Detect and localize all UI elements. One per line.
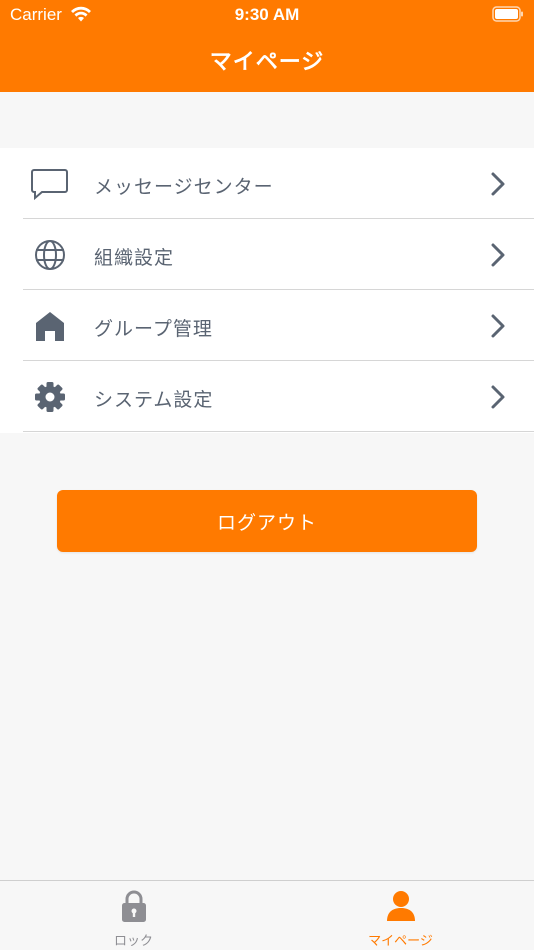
gear-icon: [30, 380, 70, 414]
chevron-right-icon: [488, 241, 508, 269]
tab-label: マイページ: [368, 934, 433, 949]
status-bar: Carrier 9:30 AM: [0, 0, 534, 32]
menu-list: メッセージセンター 組織設定 グループ管理 システム設定: [0, 148, 534, 433]
divider: [23, 431, 534, 432]
chevron-right-icon: [488, 383, 508, 411]
chevron-right-icon: [488, 170, 508, 198]
person-icon: [384, 889, 418, 927]
lock-icon: [120, 889, 148, 927]
menu-item-message-center[interactable]: メッセージセンター: [0, 148, 534, 219]
navigation-header: Carrier 9:30 AM マイページ: [0, 0, 534, 92]
page-title: マイページ: [209, 50, 325, 75]
tab-lock[interactable]: ロック: [0, 881, 267, 950]
tab-mypage[interactable]: マイページ: [267, 881, 534, 950]
menu-item-organization-settings[interactable]: 組織設定: [0, 219, 534, 290]
logout-button[interactable]: ログアウト: [57, 490, 477, 552]
tab-bar: ロック マイページ: [0, 880, 534, 950]
menu-item-group-management[interactable]: グループ管理: [0, 290, 534, 361]
menu-item-label: グループ管理: [94, 318, 213, 340]
battery-icon: [492, 6, 524, 26]
house-icon: [30, 309, 70, 343]
globe-icon: [30, 238, 70, 272]
status-time: 9:30 AM: [234, 5, 300, 24]
menu-item-label: メッセージセンター: [94, 176, 274, 198]
message-bubble-icon: [30, 167, 70, 201]
tab-label: ロック: [113, 934, 153, 949]
chevron-right-icon: [488, 312, 508, 340]
menu-item-label: システム設定: [94, 389, 214, 411]
menu-item-label: 組織設定: [94, 247, 175, 269]
menu-item-system-settings[interactable]: システム設定: [0, 361, 534, 432]
